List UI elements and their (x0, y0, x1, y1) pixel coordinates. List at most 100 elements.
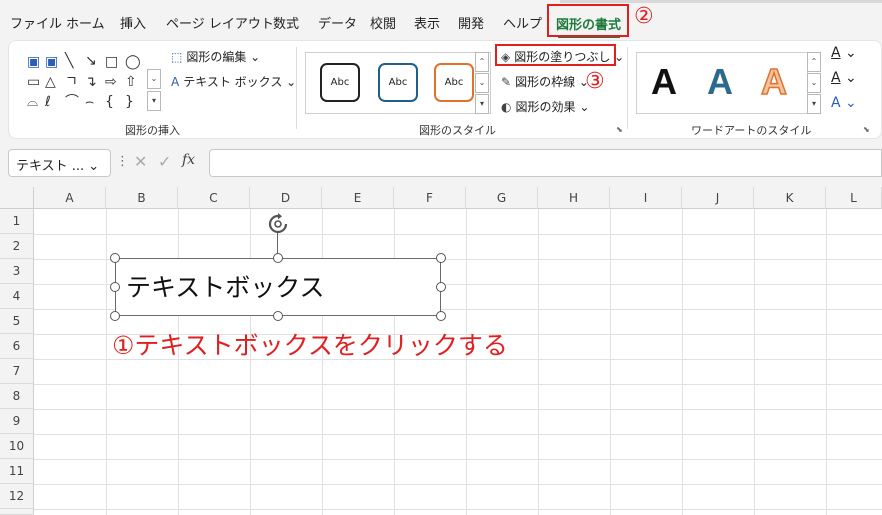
row-header[interactable]: 4 (0, 284, 34, 309)
row-header[interactable]: 8 (0, 384, 34, 409)
shape-styles-dialog-launcher-icon[interactable]: ⬊ (616, 125, 623, 134)
rounded-rect-shape-icon[interactable]: ▭ (27, 75, 40, 89)
rectangle-shape-icon[interactable]: □ (105, 55, 118, 69)
wordart-gallery[interactable]: A A A (636, 52, 808, 114)
resize-handle-bottom-right[interactable] (436, 311, 446, 321)
style-swatch-orange[interactable]: Abc (434, 63, 474, 102)
resize-handle-top[interactable] (273, 253, 283, 263)
column-header[interactable]: D (250, 187, 322, 209)
row-header[interactable]: 1 (0, 209, 34, 234)
shape-effects-button[interactable]: ◐ 図形の効果 ⌄ (501, 98, 589, 115)
oval-shape-icon[interactable]: ◯ (125, 55, 141, 69)
shapes-gallery[interactable]: ▣ ▣ ╲ ↘ □ ◯ ▭ △ ㄱ ↴ ⇨ ⇧ ⌓ ℓ ⌒ ⌢ { } (25, 51, 159, 119)
tab-developer[interactable]: 開発 (458, 13, 484, 32)
resize-handle-top-right[interactable] (436, 253, 446, 263)
tab-file[interactable]: ファイル (10, 13, 62, 32)
tab-insert[interactable]: 挿入 (120, 13, 146, 32)
column-header[interactable]: K (754, 187, 826, 209)
enter-icon[interactable]: ✓ (158, 152, 171, 171)
text-outline-button[interactable]: A ⌄ (831, 70, 857, 86)
tab-view[interactable]: 表示 (414, 13, 440, 32)
tab-help[interactable]: ヘルプ (503, 13, 542, 32)
scribble-shape-icon[interactable]: ℓ (45, 95, 51, 109)
group-label-insert-shapes: 図形の挿入 (125, 124, 180, 137)
style-scroll-up-icon[interactable]: ⌃ (475, 52, 489, 72)
edit-shape-button[interactable]: ⬚ 図形の編集 ⌄ (171, 48, 260, 65)
row-header[interactable]: 2 (0, 234, 34, 259)
resize-handle-left[interactable] (110, 282, 120, 292)
tab-home[interactable]: ホーム (66, 13, 105, 32)
wordart-black-a[interactable]: A (651, 61, 677, 103)
up-arrow-shape-icon[interactable]: ⇧ (125, 75, 137, 89)
column-header[interactable]: F (394, 187, 466, 209)
formula-input[interactable] (209, 149, 882, 177)
column-header[interactable]: J (682, 187, 754, 209)
curve-shape-icon[interactable]: ⌒ (65, 95, 79, 109)
line-shape-icon[interactable]: ╲ (65, 54, 73, 68)
insert-function-icon[interactable]: fx (182, 152, 195, 168)
wordart-orange-a[interactable]: A (760, 60, 788, 103)
right-brace-shape-icon[interactable]: } (125, 95, 134, 109)
left-brace-shape-icon[interactable]: { (105, 95, 114, 109)
textbox-shape-icon[interactable]: ▣ (27, 55, 40, 69)
arc-shape-icon[interactable]: ⌢ (85, 95, 94, 109)
tab-formulas[interactable]: 数式 (273, 13, 299, 32)
resize-handle-right[interactable] (436, 282, 446, 292)
effects-icon: ◐ (501, 100, 512, 114)
row-header[interactable]: 11 (0, 459, 34, 484)
row-header[interactable]: 12 (0, 484, 34, 509)
highlight-shape-format-tab (547, 4, 629, 37)
shape-style-gallery[interactable]: Abc Abc Abc (305, 52, 491, 114)
resize-handle-top-left[interactable] (110, 253, 120, 263)
shapes-more-icon[interactable]: ⌄ (147, 69, 161, 89)
wordart-scroll-up-icon[interactable]: ⌃ (807, 52, 821, 72)
wordart-expand-icon[interactable]: ▾ (807, 94, 821, 114)
vertical-textbox-shape-icon[interactable]: ▣ (45, 55, 58, 69)
edit-shape-icon: ⬚ (171, 50, 183, 64)
column-header[interactable]: E (322, 187, 394, 209)
tab-review[interactable]: 校閲 (370, 13, 396, 32)
shapes-expand-icon[interactable]: ▾ (147, 91, 161, 111)
style-swatch-blue[interactable]: Abc (378, 63, 418, 102)
freeform-shape-icon[interactable]: ⌓ (27, 95, 38, 109)
row-header[interactable]: 7 (0, 359, 34, 384)
resize-handle-bottom[interactable] (273, 311, 283, 321)
row-header[interactable]: 10 (0, 434, 34, 459)
cancel-icon[interactable]: ✕ (134, 152, 147, 171)
resize-handle-bottom-left[interactable] (110, 311, 120, 321)
row-header[interactable]: 5 (0, 309, 34, 334)
wordart-dialog-launcher-icon[interactable]: ⬊ (863, 125, 870, 134)
elbow-connector-icon[interactable]: ㄱ (65, 75, 78, 89)
text-box-button[interactable]: A テキスト ボックス ⌄ (171, 73, 296, 90)
tab-page-layout[interactable]: ページ レイアウト (166, 13, 274, 32)
column-header[interactable]: H (538, 187, 610, 209)
triangle-shape-icon[interactable]: △ (45, 75, 56, 89)
column-header[interactable]: B (106, 187, 178, 209)
column-header[interactable]: A (34, 187, 106, 209)
wordart-scroll-down-icon[interactable]: ⌄ (807, 73, 821, 93)
arrow-line-shape-icon[interactable]: ↘ (85, 54, 97, 68)
style-swatch-dark[interactable]: Abc (320, 63, 360, 102)
shape-outline-button[interactable]: ✎ 図形の枠線 ⌄ (501, 73, 589, 90)
row-header[interactable]: 3 (0, 259, 34, 284)
right-arrow-shape-icon[interactable]: ⇨ (105, 75, 117, 89)
selected-text-box[interactable]: テキストボックス (115, 258, 441, 316)
rotate-handle-icon[interactable] (267, 213, 289, 235)
row-header[interactable]: 9 (0, 409, 34, 434)
tab-data[interactable]: データ (318, 13, 357, 32)
text-effects-button[interactable]: A ⌄ (831, 95, 857, 111)
text-fill-button[interactable]: A ⌄ (831, 45, 857, 61)
more-options-icon[interactable]: ⋮ (116, 154, 129, 169)
column-header[interactable]: L (826, 187, 882, 209)
gridline (34, 409, 882, 410)
column-header[interactable]: G (466, 187, 538, 209)
select-all-corner[interactable] (0, 187, 34, 209)
name-box[interactable]: テキスト ... ⌄ (8, 149, 111, 177)
elbow-arrow-icon[interactable]: ↴ (85, 75, 97, 89)
style-expand-icon[interactable]: ▾ (475, 94, 489, 114)
row-header[interactable]: 6 (0, 334, 34, 359)
style-scroll-down-icon[interactable]: ⌄ (475, 73, 489, 93)
column-header[interactable]: I (610, 187, 682, 209)
column-header[interactable]: C (178, 187, 250, 209)
wordart-blue-a[interactable]: A (707, 61, 733, 103)
